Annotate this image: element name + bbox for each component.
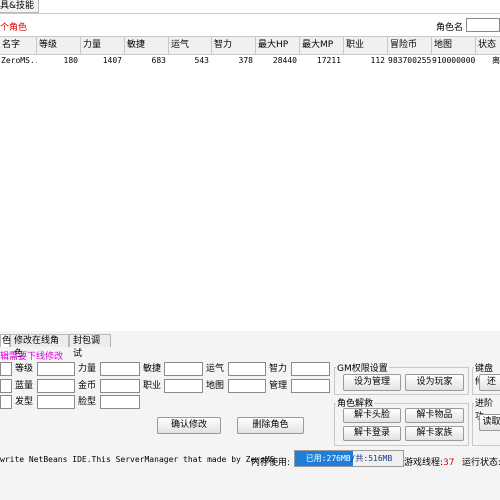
column-header-luk[interactable]: 运气	[169, 37, 212, 54]
column-header-level[interactable]: 等级	[37, 37, 81, 54]
hair-label: 发型	[15, 397, 34, 407]
mp-label: 蓝量	[15, 381, 34, 391]
memory-used-text: 已用:276MB	[305, 454, 351, 463]
cell-status: 离	[492, 56, 500, 65]
column-header-map[interactable]: 地图	[432, 37, 476, 54]
cell-maxmp: 17211	[316, 56, 341, 65]
column-header-meso[interactable]: 冒险币	[388, 37, 432, 54]
str-label: 力量	[78, 364, 97, 374]
meso-label: 金币	[78, 381, 97, 391]
ide-credit-text: write NetBeans IDE.This ServerManager th…	[0, 455, 275, 464]
gm-level-label: 管理	[269, 381, 288, 391]
game-threads-value: 37	[443, 458, 455, 468]
memory-usage-text: 已用:276MB/共:516MB	[295, 451, 403, 466]
memory-total-text: /共:516MB	[350, 454, 393, 463]
offline-edit-hint: 辑需要下线修改	[0, 352, 64, 362]
skin-field[interactable]	[0, 395, 12, 409]
status-bar: write NetBeans IDE.This ServerManager th…	[0, 447, 500, 500]
map-label: 地图	[206, 381, 225, 391]
read-button[interactable]: 读取	[479, 414, 500, 431]
job-label: 职业	[143, 381, 162, 391]
unlock-login-button[interactable]: 解卡登录	[343, 426, 401, 441]
memory-usage-bar: 已用:276MB/共:516MB	[294, 450, 404, 467]
str-field[interactable]	[100, 362, 140, 376]
run-status-label: 运行状态:	[462, 458, 500, 468]
hp-field[interactable]	[0, 379, 12, 393]
divider	[0, 13, 500, 14]
cell-job: 112	[370, 56, 385, 65]
memory-usage-label: 内存使用:	[251, 458, 291, 468]
tab-packet-debug[interactable]: 封包调试	[69, 334, 111, 359]
column-header-status[interactable]: 状态	[476, 37, 500, 54]
meso-field[interactable]	[100, 379, 140, 393]
column-header-int[interactable]: 智力	[212, 37, 256, 54]
character-name-input[interactable]	[466, 18, 500, 32]
hair-field[interactable]	[37, 395, 75, 409]
cell-luk: 543	[194, 56, 209, 65]
map-field[interactable]	[228, 379, 266, 393]
dex-label: 敏捷	[143, 364, 162, 374]
restore-button[interactable]: 还	[479, 374, 500, 391]
tab-items-skills[interactable]: 具&技能	[0, 0, 40, 13]
cell-maxhp: 28440	[272, 56, 297, 65]
column-header-maxhp[interactable]: 最大HP	[256, 37, 300, 54]
level-field[interactable]	[37, 362, 75, 376]
name-field[interactable]	[0, 362, 12, 376]
confirm-edit-button[interactable]: 确认修改	[157, 417, 221, 434]
column-header-name[interactable]: 名字	[0, 37, 37, 54]
cell-map: 910000000	[432, 56, 476, 65]
column-header-job[interactable]: 职业	[344, 37, 388, 54]
edit-panel: 色 修改在线角色 封包调试 辑需要下线修改 等级 力量 敏捷 运气 智力 蓝量 …	[0, 331, 500, 447]
unlock-family-button[interactable]: 解卡家族	[405, 426, 464, 441]
unlock-avatar-button[interactable]: 解卡头脸	[343, 408, 401, 423]
mp-field[interactable]	[37, 379, 75, 393]
gm-level-field[interactable]	[291, 379, 330, 393]
level-label: 等级	[15, 364, 34, 374]
character-name-label: 角色名	[436, 23, 464, 33]
game-threads-label: 游戏线程:	[404, 458, 444, 468]
cell-dex: 683	[151, 56, 166, 65]
column-header-maxmp[interactable]: 最大MP	[300, 37, 344, 54]
table-row[interactable]: ZeroMS... 180 1407 683 543 378 28440 172…	[0, 55, 500, 67]
luk-label: 运气	[206, 364, 225, 374]
luk-field[interactable]	[228, 362, 266, 376]
set-player-button[interactable]: 设为玩家	[405, 374, 464, 391]
face-label: 脸型	[78, 397, 97, 407]
set-admin-button[interactable]: 设为管理	[343, 374, 401, 391]
unlock-items-button[interactable]: 解卡物品	[405, 408, 464, 423]
face-field[interactable]	[100, 395, 140, 409]
gm-permission-title: GM权限设置	[336, 361, 389, 374]
cell-str: 1407	[102, 56, 122, 65]
tab-edit-online[interactable]: 修改在线角色	[10, 334, 69, 359]
cell-meso: 983700255	[388, 56, 432, 65]
job-field[interactable]	[164, 379, 203, 393]
character-count-text: 个角色	[0, 23, 28, 33]
tab-character[interactable]: 色	[0, 334, 11, 347]
cell-level: 180	[63, 56, 78, 65]
game-threads: 游戏线程:37	[404, 455, 455, 468]
delete-character-button[interactable]: 删除角色	[237, 417, 304, 434]
int-label: 智力	[269, 364, 288, 374]
int-field[interactable]	[291, 362, 330, 376]
dex-field[interactable]	[164, 362, 203, 376]
table-header: 名字 等级 力量 敏捷 运气 智力 最大HP 最大MP 职业 冒险币 地图 状态	[0, 37, 500, 55]
column-header-str[interactable]: 力量	[81, 37, 125, 54]
cell-int: 378	[238, 56, 253, 65]
cell-name: ZeroMS...	[1, 56, 37, 65]
column-header-dex[interactable]: 敏捷	[125, 37, 169, 54]
character-table[interactable]: 名字 等级 力量 敏捷 运气 智力 最大HP 最大MP 职业 冒险币 地图 状态…	[0, 36, 500, 332]
